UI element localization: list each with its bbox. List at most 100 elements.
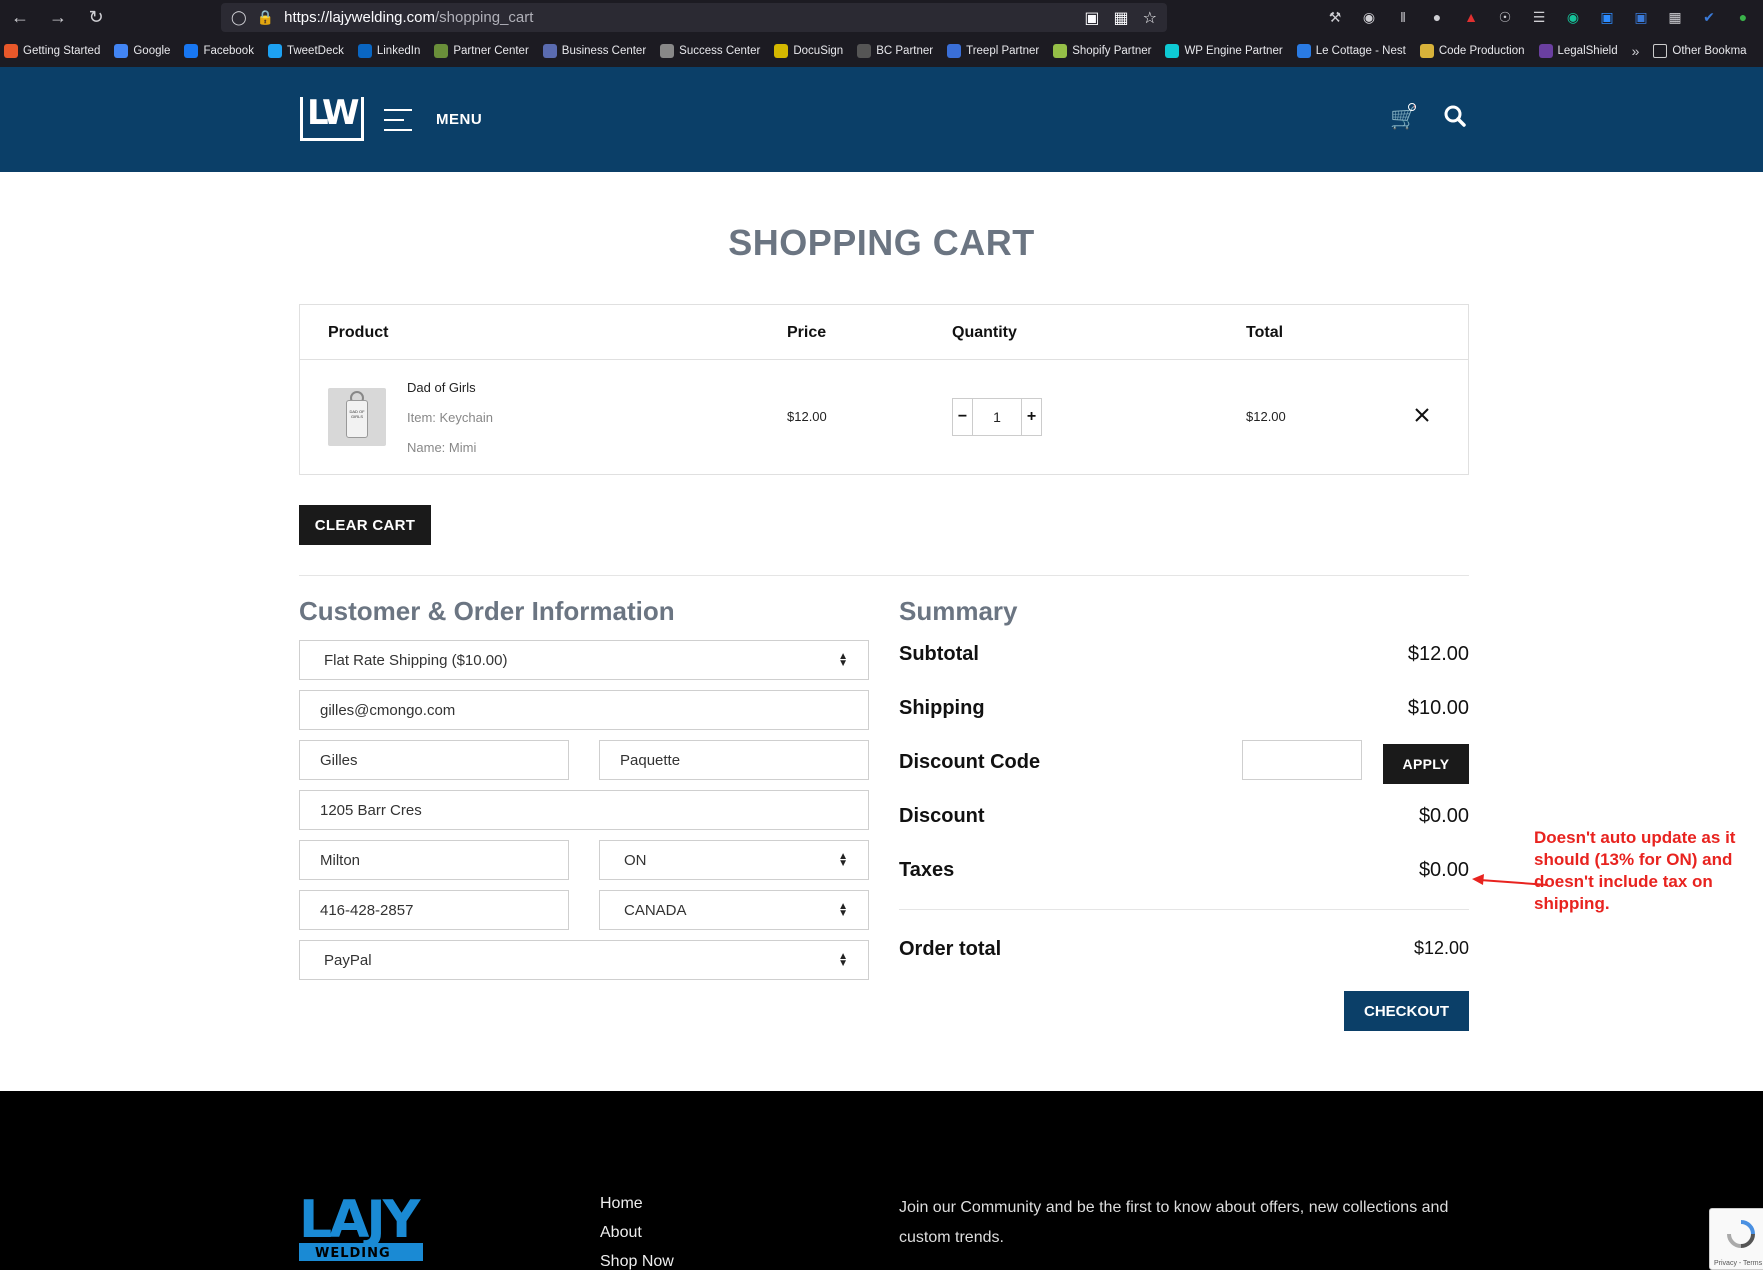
bookmark-item[interactable]: BC Partner	[857, 44, 933, 58]
bookmark-item[interactable]: WP Engine Partner	[1165, 44, 1283, 58]
province-select[interactable]: ON ▲ ▼	[599, 840, 869, 880]
product-name[interactable]: Dad of Girls	[407, 380, 476, 395]
extension-badge-icon[interactable]: ●	[1733, 7, 1753, 27]
bookmark-item[interactable]: TweetDeck	[267, 44, 344, 58]
grammarly-icon[interactable]: ◉	[1563, 7, 1583, 27]
bookmark-item[interactable]: Treepl Partner	[947, 44, 1039, 58]
bookmark-icon	[1165, 44, 1180, 58]
bookmark-item[interactable]: Success Center	[660, 44, 760, 58]
bookmark-icon	[114, 44, 129, 58]
url-host: https://lajywelding.com	[284, 9, 436, 26]
footer-link-about[interactable]: About	[600, 1224, 642, 1242]
hamburger-icon[interactable]	[384, 109, 412, 139]
subtotal-label: Subtotal	[899, 643, 979, 665]
picture-icon[interactable]: ▣	[1084, 8, 1099, 28]
check-icon[interactable]: ✔	[1699, 7, 1719, 27]
bookmark-item[interactable]: Google	[114, 44, 170, 58]
bookmark-item[interactable]: Business Center	[542, 44, 646, 58]
bookmark-item[interactable]: LegalShield	[1538, 44, 1618, 58]
discount-code-label: Discount Code	[899, 751, 1041, 773]
bookmark-label: TweetDeck	[286, 45, 344, 57]
bookmark-label: Getting Started	[23, 45, 101, 57]
wrench-icon[interactable]: ⚒	[1325, 7, 1345, 27]
footer-link-home[interactable]: Home	[600, 1195, 643, 1213]
summary-title: Summary	[899, 596, 1018, 626]
bookmark-item[interactable]: Le Cottage - Nest	[1296, 44, 1406, 58]
quantity-input[interactable]: 1	[973, 409, 1021, 425]
select-caret-icon: ▲ ▼	[838, 851, 848, 869]
bookmark-item[interactable]: Shopify Partner	[1053, 44, 1151, 58]
first-name-field[interactable]: Gilles	[299, 740, 569, 780]
bookmark-label: Shopify Partner	[1072, 45, 1152, 57]
clear-cart-button[interactable]: CLEAR CART	[299, 505, 431, 545]
bookmarks-overflow-icon[interactable]: »	[1632, 43, 1640, 59]
bookmarks-bar: Getting Started Google Facebook TweetDeck Li…	[0, 35, 1763, 67]
bookmark-item[interactable]: Facebook	[184, 44, 254, 58]
shipping-method-select[interactable]: Flat Rate Shipping ($10.00) ▲ ▼	[299, 640, 869, 680]
phone-field[interactable]: 416-428-2857	[299, 890, 569, 930]
bookmark-item[interactable]: DocuSign	[774, 44, 843, 58]
bookmark-icon	[774, 44, 789, 58]
footer-logo[interactable]: LAJY WELDING	[299, 1191, 423, 1266]
shipping-value: $10.00	[1407, 697, 1469, 719]
site-footer: LAJY WELDING Home About Shop Now Join ou…	[0, 1091, 1763, 1270]
search-icon[interactable]	[1444, 105, 1466, 127]
other-bookmarks-folder[interactable]: Other Bookma	[1653, 44, 1747, 58]
apps-icon[interactable]: ▦	[1665, 7, 1685, 27]
footer-link-shop-now[interactable]: Shop Now	[600, 1253, 674, 1270]
bookmark-item[interactable]: Getting Started	[4, 44, 100, 58]
bookmark-label: WP Engine Partner	[1184, 45, 1283, 57]
site-logo[interactable]: LW	[300, 93, 364, 141]
phone-value: 416-428-2857	[320, 901, 414, 919]
bars-icon[interactable]: ☰	[1529, 7, 1549, 27]
bookmark-item[interactable]: Partner Center	[434, 44, 529, 58]
product-price: $12.00	[787, 409, 827, 424]
bookmark-item[interactable]: Code Production	[1419, 44, 1525, 58]
province-value: ON	[624, 851, 647, 869]
star-icon[interactable]: ☆	[1143, 8, 1157, 28]
decrease-quantity-button[interactable]: −	[953, 399, 973, 435]
grid-icon[interactable]: ▦	[1114, 8, 1129, 28]
recaptcha-text[interactable]: Privacy - Terms	[1714, 1260, 1762, 1267]
bookmark-label: Le Cottage - Nest	[1315, 45, 1406, 57]
payment-select[interactable]: PayPal ▲ ▼	[299, 940, 869, 980]
extension-icon[interactable]: ▣	[1631, 7, 1651, 27]
discount-code-input[interactable]	[1242, 740, 1362, 780]
country-select[interactable]: CANADA ▲ ▼	[599, 890, 869, 930]
cart-table: Product Price Quantity Total DAD OF GIRL…	[299, 304, 1469, 475]
zoom-icon[interactable]: ▣	[1597, 7, 1617, 27]
password-icon[interactable]: ☉	[1495, 7, 1515, 27]
library-icon[interactable]: ‖	[1393, 7, 1413, 27]
recaptcha-badge[interactable]: Privacy - Terms	[1709, 1208, 1763, 1270]
pocket-icon[interactable]: ◉	[1359, 7, 1379, 27]
last-name-field[interactable]: Paquette	[599, 740, 869, 780]
page-title: SHOPPING CART	[728, 222, 1035, 263]
pdf-icon[interactable]: ▲	[1461, 7, 1481, 27]
bookmark-label: Code Production	[1438, 45, 1525, 57]
bookmark-icon	[184, 44, 199, 58]
bookmark-icon	[1419, 44, 1434, 58]
email-value: gilles@cmongo.com	[320, 701, 456, 719]
email-field[interactable]: gilles@cmongo.com	[299, 690, 869, 730]
product-thumbnail[interactable]: DAD OF GIRLS	[328, 388, 386, 446]
bookmark-icon	[357, 44, 372, 58]
menu-button[interactable]: MENU	[436, 111, 482, 128]
apply-button[interactable]: APPLY	[1383, 744, 1469, 784]
back-arrow-icon[interactable]: ←	[6, 7, 34, 28]
profile-icon[interactable]: ●	[1427, 7, 1447, 27]
footer-logo-text: LAJY	[299, 1191, 422, 1250]
product-total: $12.00	[1246, 409, 1286, 424]
bookmark-label: LegalShield	[1557, 45, 1618, 57]
address-bar[interactable]: ◯ 🔒 https://lajywelding.com/shopping_car…	[221, 3, 1167, 32]
bookmark-item[interactable]: LinkedIn	[357, 44, 420, 58]
increase-quantity-button[interactable]: +	[1021, 399, 1041, 435]
city-field[interactable]: Milton	[299, 840, 569, 880]
close-icon[interactable]	[1413, 406, 1431, 424]
bookmark-icon	[4, 44, 18, 58]
bookmark-label: Success Center	[679, 45, 761, 57]
reload-icon[interactable]: ↻	[82, 7, 110, 28]
address-field[interactable]: 1205 Barr Cres	[299, 790, 869, 830]
forward-arrow-icon[interactable]: →	[44, 7, 72, 28]
checkout-button[interactable]: CHECKOUT	[1344, 991, 1469, 1031]
col-quantity: Quantity	[952, 324, 1017, 341]
